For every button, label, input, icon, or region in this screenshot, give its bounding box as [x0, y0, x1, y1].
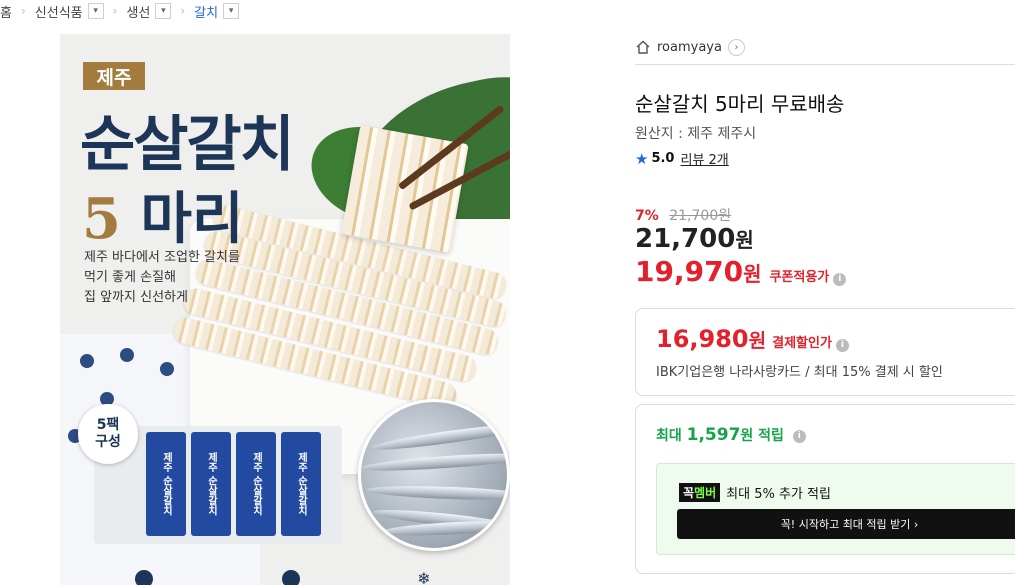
- sale-price-unit: 원: [735, 228, 754, 252]
- chevron-down-icon[interactable]: ▾: [87, 3, 104, 19]
- membership-line: 꼭멤버 최대 5% 추가 적립: [679, 483, 831, 502]
- product-rating: ★ 5.0 리뷰 2개: [635, 149, 729, 169]
- feature-icons: ❄: [60, 570, 510, 585]
- breadcrumb-category-fish[interactable]: 생선 ▾: [126, 2, 172, 21]
- card-discount-desc: IBK기업은행 나라사랑카드 / 최대 15% 결제 시 할인: [656, 365, 943, 380]
- tagline-line: 집 앞까지 신선하게: [84, 290, 188, 305]
- membership-badge-a: 꼭: [683, 486, 695, 500]
- points-amount: 1,597: [686, 425, 741, 445]
- card-discount-box: 16,980 원 결제할인가 i IBK기업은행 나라사랑카드 / 최대 15% …: [635, 308, 1015, 396]
- pack-count-badge: 5팩 구성: [78, 404, 138, 464]
- card-price-unit: 원: [748, 330, 767, 352]
- chevron-down-icon[interactable]: ▾: [155, 3, 172, 19]
- membership-text: 최대 5% 추가 적립: [726, 487, 831, 502]
- points-box: 최대 1,597원 적립 i 꼭멤버 최대 5% 추가 적립 꼭! 시작하고 최…: [635, 404, 1015, 574]
- snowflake-icon: ❄: [417, 569, 431, 585]
- tagline-line: 먹기 좋게 손질해: [84, 270, 176, 285]
- whole-fish-photo: [358, 399, 510, 551]
- breadcrumb-separator-icon: ›: [20, 4, 26, 18]
- card-price-value: 16,980: [656, 325, 749, 353]
- pack-label: 제주 순살갈치: [191, 432, 231, 536]
- home-icon: [636, 40, 650, 54]
- pack-label: 제주 순살갈치: [281, 432, 321, 536]
- pack-label: 제주 순살갈치: [236, 432, 276, 536]
- breadcrumb-home[interactable]: 홈: [0, 2, 12, 21]
- membership-badge: 꼭멤버: [679, 483, 721, 502]
- fish-icon: [282, 570, 300, 585]
- hero-subtitle-text: 마리: [140, 186, 244, 252]
- star-icon: ★: [635, 149, 649, 168]
- hero-subtitle-number: 5: [82, 186, 121, 252]
- breadcrumb-label[interactable]: 신선식품: [35, 2, 83, 21]
- chevron-right-icon[interactable]: ›: [727, 38, 745, 56]
- coupon-price: 19,970 원 쿠폰적용가 i: [635, 255, 847, 288]
- breadcrumb: 홈 › 신선식품 ▾ › 생선 ▾ › 갈치 ▾: [0, 0, 240, 22]
- pack-label: 제주 순살갈치: [146, 432, 186, 536]
- sale-price: 21,700원: [635, 224, 754, 254]
- membership-start-button[interactable]: 꼭! 시작하고 최대 적립 받기 ›: [677, 509, 1015, 539]
- info-icon[interactable]: i: [833, 273, 847, 286]
- info-icon[interactable]: i: [792, 429, 806, 443]
- pack-count: 5팩: [96, 417, 120, 433]
- shop-link[interactable]: roamyaya ›: [635, 38, 745, 56]
- breadcrumb-category-hairtail[interactable]: 갈치 ▾: [194, 2, 240, 21]
- product-main-image[interactable]: 제주 순살갈치 5 마리 제주 바다에서 조업한 갈치를 먹기 좋게 손질해 집…: [60, 34, 510, 585]
- rating-score: 5.0: [651, 151, 675, 166]
- discount-row: 7% 21,700원: [635, 205, 731, 225]
- pack-count-label: 구성: [95, 434, 121, 450]
- divider: [635, 64, 1015, 65]
- shop-name[interactable]: roamyaya: [657, 40, 722, 55]
- hero-tagline: 제주 바다에서 조업한 갈치를 먹기 좋게 손질해 집 앞까지 신선하게: [84, 248, 240, 308]
- membership-promo: 꼭멤버 최대 5% 추가 적립 꼭! 시작하고 최대 적립 받기 ›: [656, 463, 1015, 555]
- hero-title: 순살갈치: [80, 110, 295, 180]
- breadcrumb-label[interactable]: 생선: [126, 2, 150, 21]
- coupon-label: 쿠폰적용가: [769, 270, 830, 285]
- product-title: 순살갈치 5마리 무료배송: [635, 92, 845, 116]
- origin-badge: 제주: [83, 62, 145, 90]
- original-price: 21,700원: [669, 208, 732, 224]
- card-discount-label: 결제할인가: [772, 336, 832, 351]
- breadcrumb-category-fresh[interactable]: 신선식품 ▾: [35, 2, 104, 21]
- location-icon: [135, 570, 153, 585]
- coupon-price-value: 19,970: [635, 255, 744, 288]
- breadcrumb-label[interactable]: 갈치: [194, 2, 218, 21]
- review-link[interactable]: 리뷰 2개: [680, 149, 728, 168]
- coupon-price-unit: 원: [743, 262, 762, 286]
- breadcrumb-home-label[interactable]: 홈: [0, 2, 12, 21]
- product-origin: 원산지 : 제주 제주시: [635, 126, 757, 142]
- chevron-down-icon[interactable]: ▾: [223, 3, 240, 19]
- hero-subtitle: 5 마리: [82, 174, 244, 255]
- membership-badge-b: 멤버: [694, 486, 717, 500]
- sale-price-value: 21,700: [635, 224, 736, 254]
- breadcrumb-separator-icon: ›: [112, 4, 118, 18]
- info-icon[interactable]: i: [835, 339, 849, 352]
- tagline-line: 제주 바다에서 조업한 갈치를: [84, 250, 240, 265]
- discount-percent: 7%: [635, 208, 659, 224]
- points-summary: 최대 1,597원 적립 i: [656, 425, 806, 445]
- points-prefix: 최대: [656, 428, 687, 444]
- card-discount-price: 16,980 원 결제할인가 i: [656, 325, 849, 353]
- points-suffix: 원 적립: [740, 428, 784, 444]
- breadcrumb-separator-icon: ›: [180, 4, 186, 18]
